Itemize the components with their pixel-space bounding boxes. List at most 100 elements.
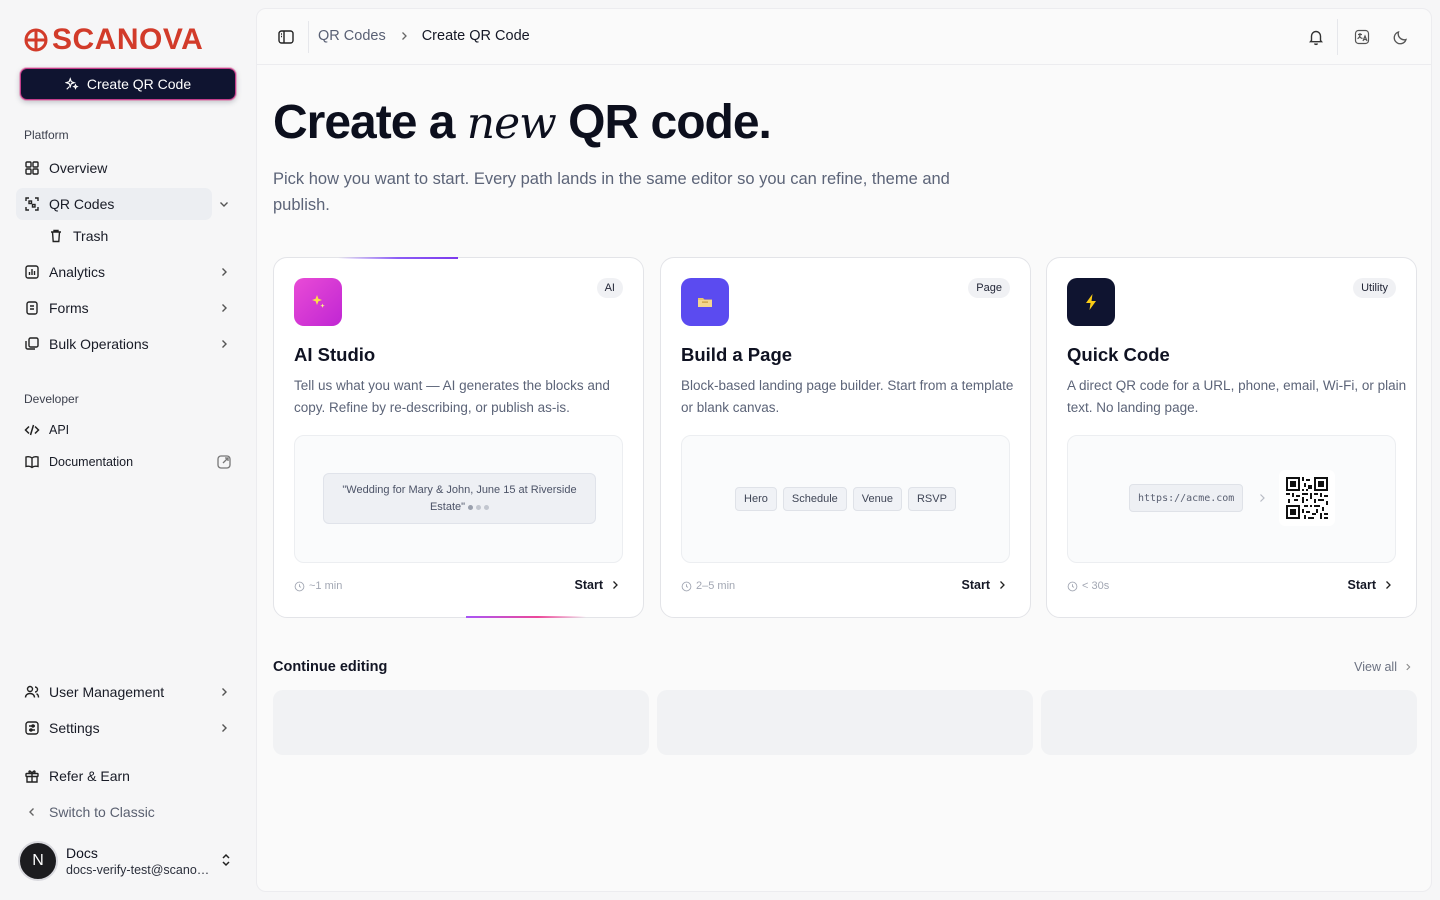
card-time-label: < 30s — [1082, 580, 1110, 592]
card-ai-studio[interactable]: AI AI Studio Tell us what you want — AI … — [273, 257, 644, 618]
title-start: Create a — [273, 96, 467, 149]
view-all-link[interactable]: View all — [1354, 660, 1413, 674]
start-button[interactable]: Start — [962, 578, 1008, 592]
gift-icon — [25, 770, 39, 783]
trash-icon — [51, 229, 61, 243]
sidebar-item-trash[interactable]: Trash — [40, 220, 212, 252]
draft-placeholder — [657, 690, 1033, 755]
sidebar-item-analytics[interactable]: Analytics — [16, 256, 240, 288]
block-chip-schedule: Schedule — [782, 487, 847, 511]
ai-prompt-text: "Wedding for Mary & John, June 15 at Riv… — [342, 484, 577, 513]
sidebar-item-qr-codes[interactable]: QR Codes — [16, 188, 212, 220]
block-chip-venue: Venue — [852, 487, 902, 511]
settings-icon — [25, 721, 39, 735]
sidebar-item-label: Documentation — [49, 455, 134, 469]
card-badge: Page — [968, 278, 1010, 298]
card-preview: Hero Schedule Venue RSVP — [681, 435, 1010, 563]
draft-placeholder — [1041, 690, 1417, 755]
book-icon — [25, 456, 39, 469]
bell-icon[interactable] — [1307, 28, 1325, 46]
qr-code-preview — [1279, 470, 1335, 526]
bar-chart-icon — [25, 265, 39, 279]
folder-icon — [681, 278, 729, 326]
title-emphasis: new — [466, 98, 557, 149]
typing-indicator — [468, 504, 490, 510]
card-glow-bottom — [466, 616, 586, 618]
chevron-right-icon — [1000, 581, 1005, 589]
sidebar-item-label: Trash — [73, 228, 109, 244]
create-qr-code-label: Create QR Code — [86, 76, 192, 92]
chevron-right-icon — [1260, 494, 1265, 502]
grid-icon — [25, 161, 39, 175]
start-button[interactable]: Start — [575, 578, 621, 592]
language-icon[interactable] — [1353, 28, 1371, 46]
chevron-right-icon — [613, 581, 618, 589]
avatar: N — [18, 841, 58, 881]
chevron-right-icon — [1386, 581, 1391, 589]
sidebar: SCANOVA Create QR Code Platform Overview… — [0, 0, 256, 900]
scan-qr-icon — [25, 197, 39, 211]
sidebar-toggle-icon[interactable] — [277, 28, 295, 46]
qr-code-icon — [1286, 477, 1328, 519]
moon-icon[interactable] — [1392, 28, 1410, 46]
users-icon — [24, 685, 40, 698]
sidebar-item-refer-earn[interactable]: Refer & Earn — [16, 760, 240, 792]
card-description: Tell us what you want — AI generates the… — [294, 378, 610, 415]
scanova-logo-icon — [24, 28, 48, 52]
sidebar-item-api[interactable]: API — [16, 414, 240, 446]
chevron-right-icon — [401, 32, 407, 40]
draft-placeholder — [273, 690, 649, 755]
brand-logo[interactable]: SCANOVA — [24, 24, 203, 56]
card-badge: AI — [596, 278, 623, 298]
breadcrumb-qr-codes[interactable]: QR Codes — [318, 28, 386, 44]
sidebar-item-label: Refer & Earn — [49, 768, 130, 784]
breadcrumb-current: Create QR Code — [421, 28, 530, 44]
card-preview: "Wedding for Mary & John, June 15 at Riv… — [294, 435, 623, 563]
chevrons-up-down-icon — [222, 853, 230, 867]
create-qr-code-button[interactable]: Create QR Code — [20, 68, 236, 100]
sidebar-item-documentation[interactable]: Documentation — [16, 446, 240, 478]
sidebar-item-label: Switch to Classic — [49, 804, 155, 820]
block-chip-rsvp: RSVP — [907, 487, 956, 511]
brand-name: SCANOVA — [52, 23, 204, 56]
external-link-icon — [217, 455, 231, 469]
main-panel: QR Codes Create QR Code Create a new QR … — [256, 8, 1432, 892]
sidebar-item-switch-classic[interactable]: Switch to Classic — [16, 796, 240, 828]
card-description: Block-based landing page builder. Start … — [681, 378, 1014, 415]
ai-prompt-preview: "Wedding for Mary & John, June 15 at Riv… — [323, 473, 596, 524]
card-title: Build a Page — [681, 344, 793, 365]
chevron-down-icon[interactable] — [216, 196, 232, 212]
card-time-label: ~1 min — [309, 580, 343, 592]
sidebar-item-settings[interactable]: Settings — [16, 712, 240, 744]
sidebar-item-user-management[interactable]: User Management — [16, 676, 240, 708]
sidebar-item-label: User Management — [49, 684, 165, 700]
card-preview: https://acme.com — [1067, 435, 1396, 563]
code-icon — [24, 424, 40, 436]
developer-section-label: Developer — [24, 392, 79, 406]
sidebar-item-forms[interactable]: Forms — [16, 292, 240, 324]
card-glow-top — [338, 257, 458, 259]
sidebar-item-label: Settings — [49, 720, 100, 736]
layers-icon — [25, 337, 39, 350]
sidebar-item-label: Analytics — [49, 264, 106, 280]
user-menu[interactable]: N Docs docs-verify-test@scanova.io — [16, 838, 240, 884]
card-quick-code[interactable]: Utility Quick Code A direct QR code for … — [1046, 257, 1417, 618]
sidebar-item-label: Forms — [49, 300, 89, 316]
clock-icon — [294, 581, 305, 591]
sidebar-item-label: Overview — [49, 160, 108, 176]
page-subtitle: Pick how you want to start. Every path l… — [273, 170, 950, 214]
continue-editing-title: Continue editing — [273, 659, 388, 675]
start-label: Start — [1347, 578, 1376, 592]
sidebar-item-label: Bulk Operations — [49, 336, 149, 352]
clock-icon — [1067, 581, 1078, 591]
start-button[interactable]: Start — [1348, 578, 1394, 592]
sidebar-item-overview[interactable]: Overview — [16, 152, 240, 184]
card-badge: Utility — [1353, 278, 1396, 298]
card-build-page[interactable]: Page Build a Page Block-based landing pa… — [660, 257, 1031, 618]
breadcrumb: QR Codes Create QR Code — [318, 28, 530, 44]
start-label: Start — [574, 578, 603, 592]
card-time: < 30s — [1067, 580, 1109, 592]
start-label: Start — [961, 578, 990, 592]
sidebar-item-bulk-operations[interactable]: Bulk Operations — [16, 328, 240, 360]
card-time-label: 2–5 min — [696, 580, 736, 592]
